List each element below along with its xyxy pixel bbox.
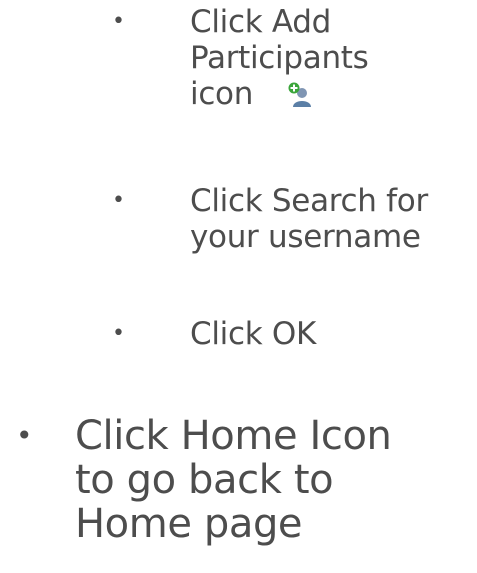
step-text: Click Search for your username <box>190 183 477 255</box>
step-line: icon <box>190 76 254 112</box>
step-line: Click OK <box>190 316 317 352</box>
add-participant-icon <box>287 81 313 107</box>
main-step-line: to go back to <box>75 457 334 503</box>
step-add-participants: • Click Add Participants icon <box>0 4 477 112</box>
bullet: • <box>16 419 33 452</box>
step-line: Click Add <box>190 4 332 40</box>
bullet: • <box>112 9 125 34</box>
step-line: your username <box>190 219 421 255</box>
bullet: • <box>112 188 125 213</box>
slide: • Click Add Participants icon • Click Se… <box>0 0 477 573</box>
step-line: Click Search for <box>190 183 428 219</box>
step-click-ok: • Click OK <box>0 316 477 352</box>
main-step-line: Home page <box>75 501 303 547</box>
step-search-username: • Click Search for your username <box>0 183 477 255</box>
step-text: Click OK <box>190 316 477 352</box>
step-text: Click Add Participants icon <box>190 4 477 112</box>
step-home-icon: • Click Home Icon to go back to Home pag… <box>0 414 470 546</box>
main-step-text: Click Home Icon to go back to Home page <box>75 414 470 546</box>
main-step-line: Click Home Icon <box>75 413 392 459</box>
bullet: • <box>112 321 125 346</box>
step-line: Participants <box>190 40 369 76</box>
